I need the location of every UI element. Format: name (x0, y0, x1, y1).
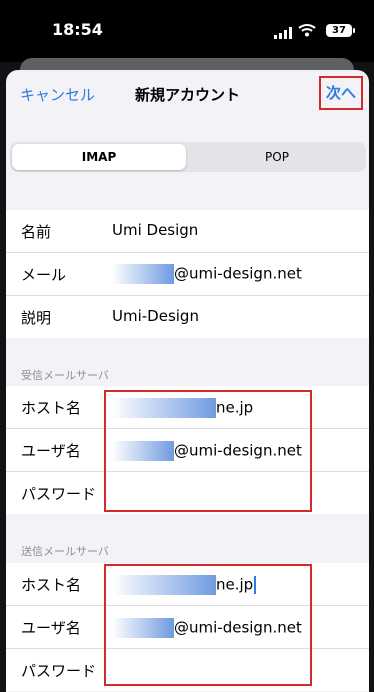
account-info-group: 名前 Umi Design メール @umi-design.net 説明 Umi… (6, 210, 369, 338)
segment-imap[interactable]: IMAP (12, 144, 186, 170)
description-label: 説明 (21, 309, 52, 327)
incoming-server-header: 受信メールサーバ (21, 369, 109, 382)
incoming-password-label: パスワード (21, 485, 97, 503)
redacted-region (112, 264, 174, 284)
incoming-host-label: ホスト名 (21, 399, 82, 417)
description-row[interactable]: 説明 Umi-Design (6, 296, 369, 338)
battery-icon: 37 (326, 24, 355, 37)
outgoing-host-label: ホスト名 (21, 576, 82, 594)
outgoing-password-label: パスワード (21, 662, 97, 680)
mail-row[interactable]: メール @umi-design.net (6, 253, 369, 296)
mail-field[interactable]: @umi-design.net (112, 264, 302, 284)
name-field[interactable]: Umi Design (112, 221, 198, 239)
segment-pop[interactable]: POP (190, 144, 364, 170)
highlight-box (104, 390, 312, 512)
status-time: 18:54 (52, 20, 103, 39)
status-bar: 18:54 37 (0, 0, 374, 62)
mail-label: メール (21, 266, 67, 284)
outgoing-user-label: ユーザ名 (21, 619, 81, 637)
navigation-bar: キャンセル 新規アカウント 次へ (6, 70, 369, 120)
description-field[interactable]: Umi-Design (112, 307, 199, 325)
outgoing-server-header: 送信メールサーバ (21, 545, 109, 558)
new-account-sheet: キャンセル 新規アカウント 次へ IMAP POP 名前 Umi Design … (6, 70, 369, 692)
page-title: 新規アカウント (134, 86, 240, 104)
next-button[interactable]: 次へ (319, 76, 363, 110)
protocol-segmented-control: IMAP POP (10, 142, 366, 172)
name-label: 名前 (21, 223, 52, 241)
name-row[interactable]: 名前 Umi Design (6, 210, 369, 253)
wifi-icon (298, 22, 316, 41)
incoming-user-label: ユーザ名 (21, 442, 81, 460)
highlight-box (104, 564, 312, 686)
mail-field-text: @umi-design.net (174, 264, 302, 283)
cellular-signal-icon (274, 24, 292, 43)
